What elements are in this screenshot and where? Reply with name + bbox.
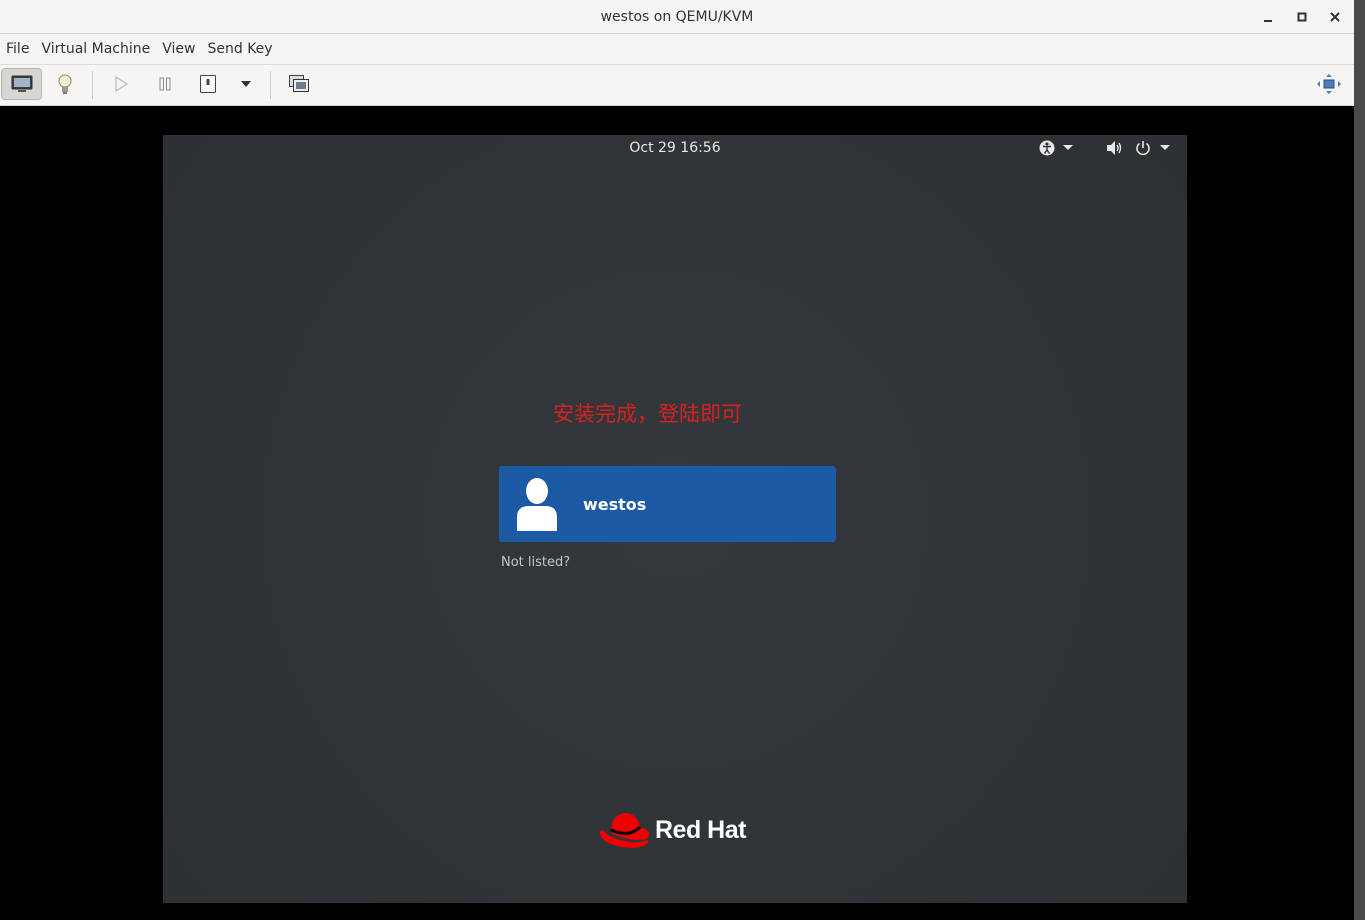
close-icon: [1330, 12, 1340, 22]
install-complete-annotation: 安装完成，登陆即可: [553, 402, 742, 426]
menu-send-key[interactable]: Send Key: [201, 34, 278, 64]
desktop-edge: [1354, 0, 1365, 920]
close-button[interactable]: [1322, 4, 1348, 30]
avatar: [515, 477, 559, 531]
window-title: westos on QEMU/KVM: [600, 9, 754, 25]
snapshots-button[interactable]: [284, 68, 314, 100]
fullscreen-button[interactable]: [1313, 68, 1345, 100]
virt-viewer-window: westos on QEMU/KVM File Virtual Machine …: [0, 0, 1354, 920]
run-icon: [115, 76, 128, 92]
pause-icon: [159, 77, 171, 91]
shutdown-menu-button[interactable]: [234, 68, 258, 100]
snapshot-icon: [289, 75, 309, 92]
show-console-button[interactable]: [1, 68, 42, 100]
power-icon: [1136, 141, 1150, 156]
maximize-icon: [1297, 12, 1307, 22]
volume-icon: [1107, 141, 1122, 155]
guest-display[interactable]: Oct 29 16:56 安装完成，登陆即可 westos Not listed…: [163, 135, 1187, 903]
toolbar: [0, 64, 1354, 106]
clock[interactable]: Oct 29 16:56: [163, 135, 1187, 161]
maximize-button[interactable]: [1289, 4, 1315, 30]
lightbulb-icon: [58, 74, 72, 94]
toolbar-separator: [92, 71, 93, 99]
title-bar: westos on QEMU/KVM: [0, 0, 1354, 34]
resize-icon: [1317, 74, 1341, 94]
chevron-down-icon: [1063, 145, 1073, 150]
gnome-top-bar: Oct 29 16:56: [163, 135, 1187, 161]
menu-virtual-machine[interactable]: Virtual Machine: [35, 34, 156, 64]
volume-indicator[interactable]: [1106, 139, 1124, 157]
user-avatar-icon: [517, 478, 557, 531]
shutdown-icon: [200, 75, 216, 93]
user-name: westos: [583, 494, 647, 514]
console-icon: [11, 75, 32, 92]
brand-text: Red Hat: [655, 815, 746, 844]
power-menu[interactable]: [1135, 139, 1171, 157]
toolbar-separator: [270, 71, 271, 99]
not-listed-link[interactable]: Not listed?: [501, 555, 570, 570]
red-hat-logo: Red Hat: [599, 810, 746, 850]
run-button[interactable]: [106, 68, 136, 100]
chevron-down-icon: [1160, 145, 1170, 150]
accessibility-icon: [1039, 140, 1055, 156]
minimize-button[interactable]: [1255, 4, 1281, 30]
menu-view[interactable]: View: [156, 34, 201, 64]
shutdown-button[interactable]: [193, 68, 223, 100]
menu-file[interactable]: File: [0, 34, 35, 64]
menu-bar: File Virtual Machine View Send Key: [0, 34, 1354, 64]
chevron-down-icon: [241, 81, 251, 87]
red-hat-icon: [599, 813, 650, 848]
accessibility-menu[interactable]: [1039, 139, 1074, 157]
pause-button[interactable]: [150, 68, 180, 100]
show-details-button[interactable]: [50, 68, 80, 100]
user-list-item[interactable]: westos: [499, 466, 836, 542]
minimize-icon: [1264, 20, 1272, 22]
